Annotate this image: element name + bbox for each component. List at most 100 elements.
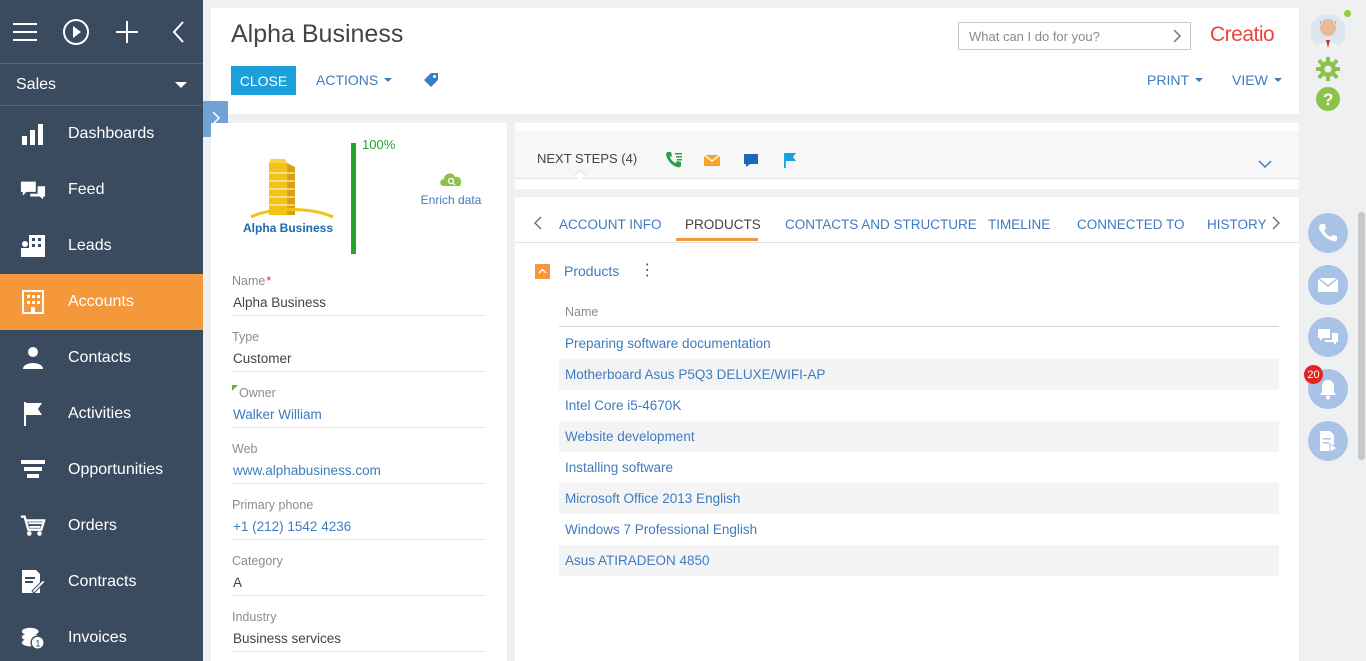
- chevron-down-icon[interactable]: [1257, 157, 1273, 172]
- more-options-icon[interactable]: ⋮: [639, 263, 655, 279]
- svg-text:?: ?: [1323, 90, 1333, 109]
- table-row[interactable]: Installing software: [559, 452, 1279, 483]
- tab-products[interactable]: PRODUCTS: [685, 217, 761, 232]
- sidebar-item-feed[interactable]: Feed: [0, 162, 203, 218]
- active-tab-indicator: [676, 238, 758, 241]
- name-field[interactable]: Alpha Business: [232, 290, 486, 316]
- document-process-icon[interactable]: [1308, 421, 1348, 461]
- products-group-header: Products ⋮: [535, 263, 655, 279]
- industry-field[interactable]: Business services: [232, 626, 486, 652]
- page-header: Alpha Business What can I do for you? Cr…: [211, 8, 1299, 114]
- sidebar-item-opportunities[interactable]: Opportunities: [0, 442, 203, 498]
- view-button[interactable]: VIEW: [1232, 72, 1282, 88]
- gear-icon[interactable]: [1315, 56, 1341, 82]
- table-row[interactable]: Preparing software documentation: [559, 328, 1279, 359]
- sidebar-item-orders[interactable]: Orders: [0, 498, 203, 554]
- page-title: Alpha Business: [231, 20, 404, 48]
- field-label: Web: [232, 442, 258, 456]
- table-row[interactable]: Website development: [559, 421, 1279, 452]
- sidebar-item-contracts[interactable]: Contracts: [0, 554, 203, 610]
- next-steps-title[interactable]: NEXT STEPS (4): [537, 151, 637, 166]
- workspace-label: Sales: [16, 75, 57, 93]
- chat-icon[interactable]: [742, 151, 760, 169]
- field-type: Type Customer: [232, 328, 486, 372]
- actions-button[interactable]: ACTIONS: [316, 72, 393, 88]
- field-owner: Owner Walker William: [232, 384, 486, 428]
- communication-panel: ? 20: [1300, 0, 1366, 661]
- table-row[interactable]: Windows 7 Professional English: [559, 514, 1279, 545]
- command-line-input[interactable]: What can I do for you?: [958, 22, 1191, 50]
- tab-timeline[interactable]: TIMELINE: [988, 217, 1050, 232]
- tab-account-info[interactable]: ACCOUNT INFO: [559, 217, 662, 232]
- table-row[interactable]: Microsoft Office 2013 English: [559, 483, 1279, 514]
- sidebar-item-activities[interactable]: Activities: [0, 386, 203, 442]
- sidebar-item-label: Contacts: [68, 349, 132, 366]
- add-icon[interactable]: [102, 0, 153, 64]
- help-icon[interactable]: ?: [1315, 86, 1341, 112]
- sidebar-item-label: Contracts: [68, 573, 137, 590]
- chevron-right-icon[interactable]: [1172, 28, 1182, 47]
- field-label: Name *: [232, 272, 486, 290]
- company-logo-label: Alpha Business: [243, 221, 334, 235]
- products-group-title[interactable]: Products: [564, 263, 619, 279]
- web-field[interactable]: www.alphabusiness.com: [232, 458, 486, 484]
- edit-marker-icon: [232, 385, 238, 391]
- sidebar-item-label: Leads: [68, 237, 112, 254]
- field-label-text: Name: [232, 274, 266, 288]
- tab-contacts-and-structure[interactable]: CONTACTS AND STRUCTURE: [785, 217, 977, 232]
- avatar[interactable]: [1310, 14, 1346, 50]
- workspace-selector[interactable]: Sales: [0, 64, 203, 106]
- profile-completeness-bar[interactable]: [351, 143, 356, 254]
- print-button[interactable]: PRINT: [1147, 72, 1203, 88]
- collapse-sidebar-icon[interactable]: [152, 0, 203, 64]
- tab-connected-to[interactable]: CONNECTED TO: [1077, 217, 1185, 232]
- field-web: Web www.alphabusiness.com: [232, 440, 486, 484]
- chevron-down-icon: [1195, 78, 1203, 82]
- phone-icon[interactable]: [1308, 213, 1348, 253]
- products-column-header[interactable]: Name: [559, 305, 1279, 327]
- owner-field[interactable]: Walker William: [232, 402, 486, 428]
- close-button[interactable]: CLOSE: [231, 66, 296, 95]
- sidebar-item-label: Dashboards: [68, 125, 155, 142]
- chevron-right-icon[interactable]: [1271, 215, 1281, 236]
- opportunities-icon: [20, 457, 46, 483]
- tag-icon[interactable]: [423, 72, 439, 88]
- contracts-icon: [20, 569, 46, 595]
- chevron-down-icon: [175, 81, 187, 88]
- creatio-logo: Creatio: [1210, 23, 1275, 47]
- accounts-icon: [20, 289, 46, 315]
- panel-scrollbar[interactable]: [1358, 212, 1365, 460]
- sidebar-toolbar: [0, 0, 203, 64]
- category-field[interactable]: A: [232, 570, 486, 596]
- sidebar-item-leads[interactable]: Leads: [0, 218, 203, 274]
- cloud-search-icon: [416, 169, 486, 187]
- collapse-icon[interactable]: [535, 263, 550, 279]
- type-field[interactable]: Customer: [232, 346, 486, 372]
- table-row[interactable]: Intel Core i5-4670K: [559, 390, 1279, 421]
- next-steps-panel: NEXT STEPS (4): [515, 123, 1299, 189]
- enrich-data-button[interactable]: Enrich data: [416, 169, 486, 207]
- feed-panel-icon[interactable]: [1308, 317, 1348, 357]
- email-icon[interactable]: [703, 151, 721, 169]
- table-row[interactable]: Motherboard Asus P5Q3 DELUXE/WIFI-AP: [559, 359, 1279, 390]
- online-status-badge: [1344, 10, 1351, 17]
- primary-phone-field[interactable]: +1 (212) 1542 4236: [232, 514, 486, 540]
- sidebar-item-dashboards[interactable]: Dashboards: [0, 106, 203, 162]
- field-category: Category A: [232, 552, 486, 596]
- svg-text:1: 1: [35, 638, 40, 648]
- call-icon[interactable]: [665, 151, 683, 169]
- chevron-left-icon[interactable]: [533, 215, 543, 236]
- tab-history[interactable]: HISTORY: [1207, 217, 1267, 232]
- sidebar-item-contacts[interactable]: Contacts: [0, 330, 203, 386]
- sidebar-item-label: Orders: [68, 517, 117, 534]
- dashboards-icon: [20, 121, 46, 147]
- menu-icon[interactable]: [0, 0, 51, 64]
- sidebar-item-accounts[interactable]: Accounts: [0, 274, 203, 330]
- table-row[interactable]: Asus ATIRADEON 4850: [559, 545, 1279, 576]
- field-label-text: Owner: [239, 386, 276, 400]
- email-panel-icon[interactable]: [1308, 265, 1348, 305]
- sidebar-item-invoices[interactable]: 1 Invoices: [0, 610, 203, 661]
- process-run-icon[interactable]: [51, 0, 102, 64]
- company-logo[interactable]: Alpha Business: [241, 159, 341, 239]
- flag-icon[interactable]: [781, 151, 799, 169]
